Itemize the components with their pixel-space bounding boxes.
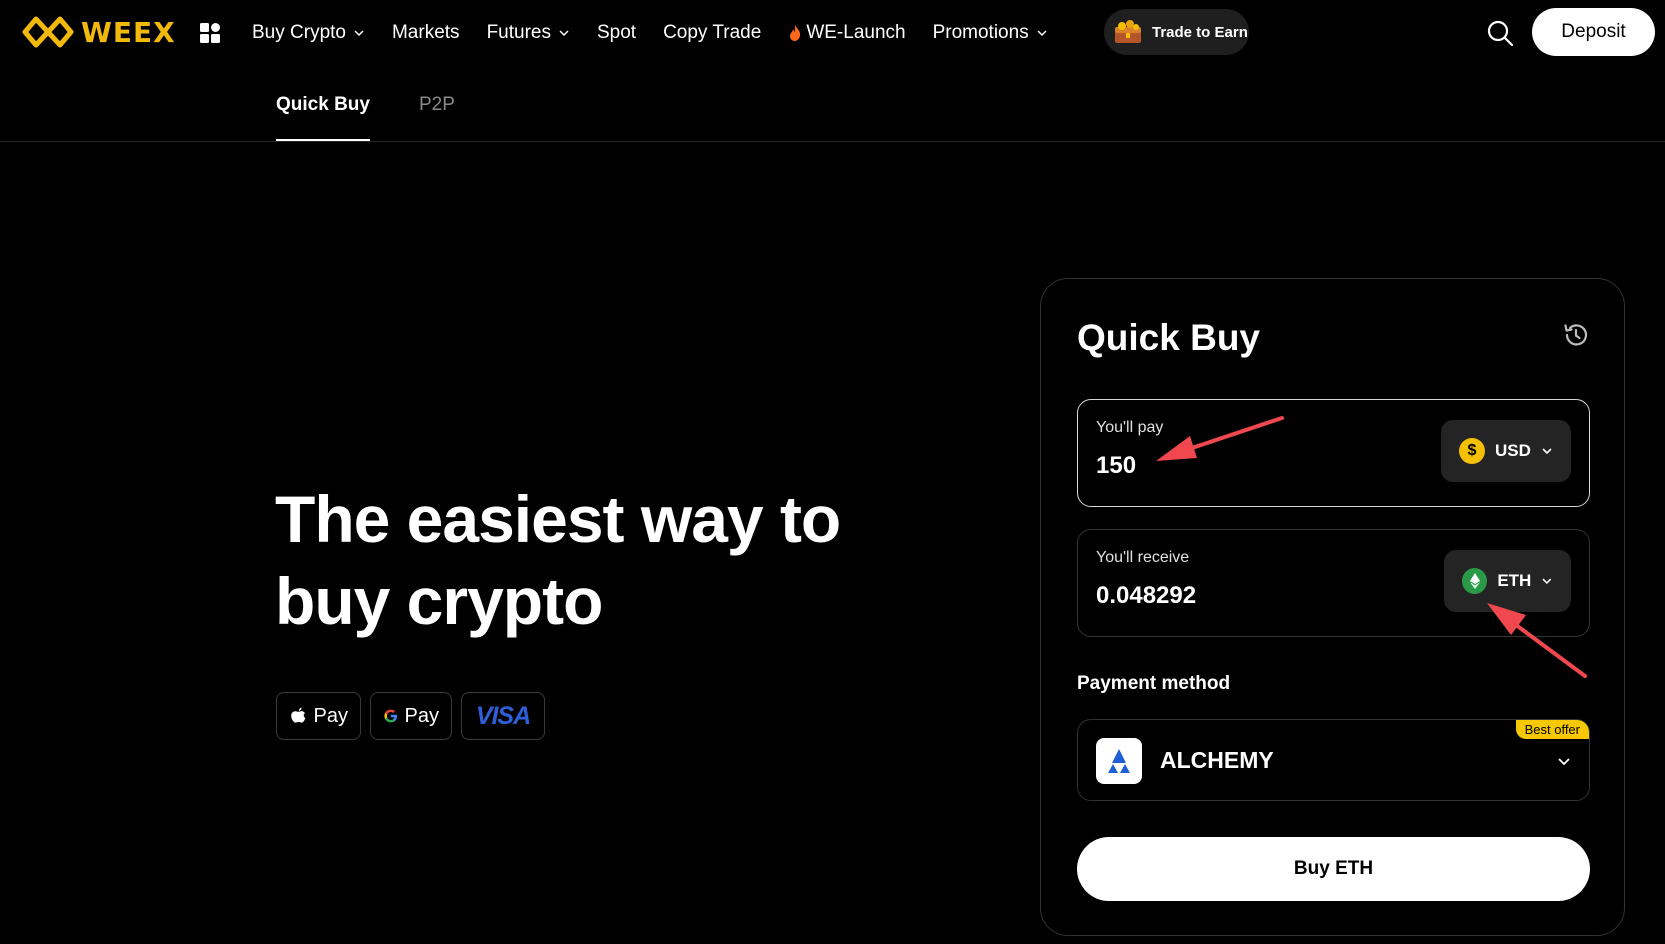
pay-label: You'll pay — [1096, 419, 1164, 436]
usd-coin-icon: $ — [1459, 438, 1485, 464]
nav-spot[interactable]: Spot — [597, 22, 636, 44]
payment-method-selector[interactable]: ALCHEMY Best offer — [1077, 719, 1590, 801]
weex-logo[interactable]: WEEX — [21, 14, 176, 50]
pay-currency-selector[interactable]: $ USD — [1441, 420, 1571, 482]
google-pay-badge: Pay — [370, 692, 452, 740]
pay-field: You'll pay $ USD — [1077, 399, 1590, 507]
main-menu: Buy Crypto Markets Futures Spot Copy Tra… — [252, 0, 1075, 66]
nav-promotions-label: Promotions — [932, 22, 1029, 43]
nav-spot-label: Spot — [596, 22, 637, 43]
alchemy-icon — [1108, 749, 1130, 773]
quick-buy-card: Quick Buy You'll pay $ USD You'll receiv… — [1040, 278, 1625, 936]
nav-we-launch[interactable]: WE-Launch — [788, 22, 906, 44]
eth-coin-icon — [1462, 568, 1488, 594]
receive-currency-selector[interactable]: ETH — [1444, 550, 1571, 612]
google-pay-label: Pay — [404, 704, 439, 727]
chevron-down-icon — [1558, 758, 1570, 766]
hero-title-line-2: buy crypto — [275, 564, 603, 638]
ethereum-icon — [1469, 573, 1480, 589]
nav-buy-crypto[interactable]: Buy Crypto — [252, 22, 365, 44]
treasure-icon — [1115, 20, 1141, 43]
buy-crypto-subnav: Quick Buy P2P — [0, 66, 1665, 142]
nav-futures[interactable]: Futures — [487, 22, 570, 44]
flame-icon — [790, 25, 801, 41]
buy-eth-button[interactable]: Buy ETH — [1077, 837, 1590, 901]
receive-amount-input[interactable] — [1096, 582, 1396, 610]
visa-logo: VISA — [475, 701, 531, 730]
payment-method-label: Payment method — [1077, 673, 1231, 694]
nav-we-launch-label: WE-Launch — [806, 22, 906, 43]
nav-buy-crypto-label: Buy Crypto — [252, 22, 346, 43]
history-icon[interactable] — [1562, 321, 1590, 349]
chevron-down-icon — [1542, 578, 1552, 585]
brand-name: WEEX — [81, 15, 176, 49]
search-icon[interactable] — [1486, 19, 1514, 47]
apple-pay-badge: Pay — [276, 692, 361, 740]
receive-field: You'll receive ETH — [1077, 529, 1590, 637]
chevron-down-icon — [559, 30, 569, 37]
nav-markets[interactable]: Markets — [392, 22, 460, 44]
receive-currency-code: ETH — [1497, 571, 1532, 590]
deposit-button[interactable]: Deposit — [1532, 8, 1655, 56]
payment-badges: Pay Pay VISA — [276, 692, 545, 740]
tab-p2p[interactable]: P2P — [419, 94, 455, 116]
alchemy-logo — [1096, 738, 1142, 784]
nav-copy-trade-label: Copy Trade — [663, 22, 762, 43]
top-navigation: WEEX Buy Crypto Markets Futures Spot Cop… — [0, 0, 1665, 66]
google-g-icon — [384, 709, 398, 723]
trade-to-earn-button[interactable]: Trade to Earn — [1104, 9, 1249, 55]
pay-currency-code: USD — [1495, 441, 1531, 460]
apple-pay-label: Pay — [313, 704, 348, 727]
apple-icon — [291, 707, 306, 723]
nav-promotions[interactable]: Promotions — [933, 22, 1048, 44]
payment-method-name: ALCHEMY — [1160, 747, 1274, 773]
nav-copy-trade[interactable]: Copy Trade — [663, 22, 761, 44]
nav-futures-label: Futures — [486, 22, 551, 43]
tab-quick-buy[interactable]: Quick Buy — [276, 94, 370, 141]
apps-grid-icon[interactable] — [199, 22, 221, 44]
chevron-down-icon — [354, 30, 364, 37]
nav-markets-label: Markets — [391, 22, 460, 43]
best-offer-badge: Best offer — [1515, 720, 1589, 739]
visa-badge: VISA — [461, 692, 545, 740]
chevron-down-icon — [1542, 448, 1552, 455]
weex-logo-icon — [22, 16, 74, 48]
pay-amount-input[interactable] — [1096, 452, 1396, 480]
card-title: Quick Buy — [1077, 317, 1260, 358]
trade-to-earn-label: Trade to Earn — [1152, 23, 1248, 41]
hero-title-line-1: The easiest way to — [275, 482, 841, 556]
chevron-down-icon — [1037, 30, 1047, 37]
hero-title: The easiest way to buy crypto — [275, 478, 915, 642]
receive-label: You'll receive — [1096, 549, 1190, 566]
